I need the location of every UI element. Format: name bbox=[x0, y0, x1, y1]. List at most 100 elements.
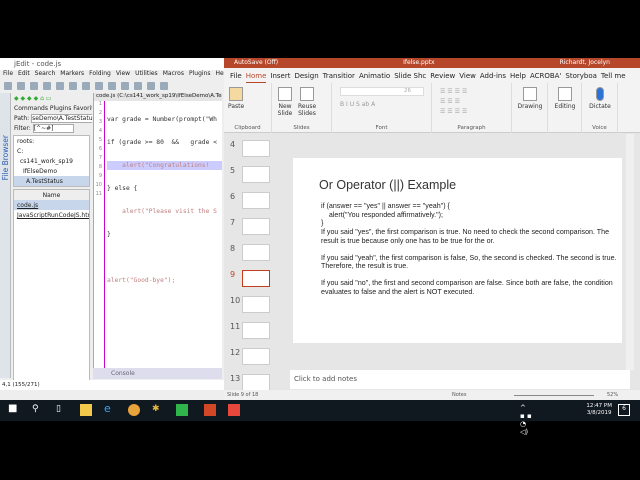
slide-thumbnail[interactable]: 10 bbox=[224, 296, 284, 322]
slides-group: New Slide Reuse Slides Slides bbox=[272, 83, 332, 133]
slide-thumbnail[interactable]: 5 bbox=[224, 166, 284, 192]
menu-utilities[interactable]: Utilities bbox=[135, 70, 158, 80]
open-icon[interactable] bbox=[17, 82, 25, 90]
reuse-slides-button[interactable]: Reuse Slides bbox=[298, 87, 316, 117]
new-slide-button[interactable]: New Slide bbox=[276, 87, 294, 117]
menu-search[interactable]: Search bbox=[35, 70, 56, 80]
slide-thumbnail[interactable]: 7 bbox=[224, 218, 284, 244]
path-select[interactable]: seDemo\A.TestStatus bbox=[31, 114, 92, 123]
tree-item[interactable]: IfElseDemo bbox=[14, 166, 89, 176]
window-title: jEdit - code.js bbox=[0, 58, 224, 70]
recorder-icon[interactable] bbox=[228, 404, 240, 416]
tab-help[interactable]: Help bbox=[510, 72, 526, 83]
editing-button[interactable]: Editing bbox=[551, 87, 579, 110]
jedit-icon[interactable]: ✱ bbox=[152, 404, 164, 416]
zoom-level[interactable]: 52% bbox=[607, 392, 618, 398]
text-editor[interactable]: code.js (C:\cs141_work_sp19\IfElseDemo\A… bbox=[93, 93, 222, 368]
tab-slide-show[interactable]: Slide Shc bbox=[394, 72, 426, 83]
code-line: } else { bbox=[107, 185, 138, 192]
file-item[interactable]: code.js bbox=[14, 200, 89, 210]
menu-edit[interactable]: Edit bbox=[18, 70, 30, 80]
menu-folding[interactable]: Folding bbox=[89, 70, 111, 80]
tell-me-search[interactable]: Tell me bbox=[601, 72, 626, 83]
file-explorer-icon[interactable] bbox=[80, 404, 92, 416]
paste-icon[interactable] bbox=[121, 82, 129, 90]
file-browser-side-tab[interactable]: File Browser bbox=[0, 93, 11, 378]
tab-review[interactable]: Review bbox=[430, 72, 455, 83]
notifications-icon[interactable]: 6 bbox=[618, 404, 630, 416]
tab-file[interactable]: File bbox=[230, 72, 242, 83]
tab-acrobat[interactable]: ACROBA' bbox=[530, 72, 561, 83]
browser-tabs[interactable]: Commands Plugins Favorites bbox=[11, 103, 92, 113]
menu-markers[interactable]: Markers bbox=[60, 70, 84, 80]
tab-add-ins[interactable]: Add-ins bbox=[480, 72, 506, 83]
tree-item[interactable]: cs141_work_sp19 bbox=[14, 156, 89, 166]
font-format-icons[interactable]: B I U S ab A bbox=[340, 101, 375, 108]
redo-icon[interactable] bbox=[82, 82, 90, 90]
dictate-button[interactable]: Dictate bbox=[586, 87, 614, 110]
slide-thumbnails[interactable]: 4 5 6 7 8 9 10 11 12 13 bbox=[224, 134, 290, 391]
slide-thumbnail[interactable]: 8 bbox=[224, 244, 284, 270]
new-slide-label: New Slide bbox=[277, 103, 293, 117]
slide-thumbnail-current[interactable]: 9 bbox=[224, 270, 284, 296]
tab-design[interactable]: Design bbox=[294, 72, 318, 83]
slide-thumbnail[interactable]: 4 bbox=[224, 140, 284, 166]
autosave-toggle[interactable]: AutoSave (Off) bbox=[234, 59, 278, 68]
drawing-label: Drawing bbox=[517, 103, 543, 110]
paste-button[interactable]: Paste bbox=[228, 87, 244, 110]
zoom-slider[interactable] bbox=[514, 395, 594, 396]
filter-input[interactable]: [^~#] bbox=[32, 124, 75, 133]
menu-plugins[interactable]: Plugins bbox=[189, 70, 211, 80]
slide-number: 12 bbox=[230, 348, 241, 357]
tree-item[interactable]: roots: bbox=[14, 136, 89, 146]
powerpoint-icon[interactable] bbox=[204, 404, 216, 416]
clock[interactable]: 12:47 PM 3/8/2019 bbox=[586, 403, 612, 417]
new-file-icon[interactable] bbox=[4, 82, 12, 90]
slide-body[interactable]: if (answer == "yes" || answer == "yeah")… bbox=[321, 202, 621, 296]
notes-button[interactable]: Notes bbox=[452, 392, 466, 398]
slide-title[interactable]: Or Operator (||) Example bbox=[319, 178, 456, 192]
tab-view[interactable]: View bbox=[459, 72, 476, 83]
camtasia-icon[interactable] bbox=[176, 404, 188, 416]
close-icon[interactable] bbox=[43, 82, 51, 90]
copy-icon[interactable] bbox=[108, 82, 116, 90]
edge-icon[interactable]: e bbox=[104, 402, 116, 415]
print-icon[interactable] bbox=[56, 82, 64, 90]
tab-animations[interactable]: Animatio bbox=[359, 72, 390, 83]
chrome-icon[interactable] bbox=[128, 404, 140, 416]
tab-transitions[interactable]: Transitior bbox=[323, 72, 355, 83]
settings-icon[interactable] bbox=[160, 82, 168, 90]
vertical-scrollbar[interactable] bbox=[626, 134, 634, 370]
task-view-icon[interactable]: ▯ bbox=[56, 404, 68, 416]
code-area[interactable]: var grade = Number(prompt("Wh if (grade … bbox=[107, 101, 222, 299]
menu-view[interactable]: View bbox=[116, 70, 130, 80]
save-icon[interactable] bbox=[30, 82, 38, 90]
menu-macros[interactable]: Macros bbox=[163, 70, 184, 80]
find-icon[interactable] bbox=[134, 82, 142, 90]
menu-file[interactable]: File bbox=[3, 70, 13, 80]
tab-home[interactable]: Home bbox=[245, 72, 267, 83]
slide-thumbnail[interactable]: 6 bbox=[224, 192, 284, 218]
search-icon[interactable]: ⚲ bbox=[32, 404, 44, 416]
undo-icon[interactable] bbox=[69, 82, 77, 90]
start-windows-icon[interactable]: ■ bbox=[8, 403, 20, 415]
slide-thumbnail[interactable]: 11 bbox=[224, 322, 284, 348]
tab-storyboard[interactable]: Storyboa bbox=[565, 72, 597, 83]
console-tab[interactable]: Console bbox=[93, 368, 222, 379]
file-item[interactable]: JavaScriptRunCodeJS.html bbox=[14, 210, 89, 220]
paragraph-icons[interactable]: ☰ ☰ ☰ ☰ ☰ ☰ ☰ ☰ ☰ ☰ ☰ bbox=[440, 87, 467, 117]
replace-icon[interactable] bbox=[147, 82, 155, 90]
system-tray-icons[interactable]: ^ ▪ ▪ ◔ ◁) bbox=[520, 404, 532, 436]
tree-item[interactable]: C: bbox=[14, 146, 89, 156]
browser-nav-icons[interactable]: ◆ ◆ ◆ ◆ ⌂ ▭ bbox=[11, 93, 92, 103]
name-column-header[interactable]: Name bbox=[14, 190, 89, 200]
tab-insert[interactable]: Insert bbox=[270, 72, 290, 83]
cut-icon[interactable] bbox=[95, 82, 103, 90]
slide-canvas[interactable]: Or Operator (||) Example if (answer == "… bbox=[293, 158, 622, 343]
slide-thumbnail[interactable]: 12 bbox=[224, 348, 284, 374]
notes-pane[interactable]: Click to add notes bbox=[290, 370, 630, 389]
font-size-select[interactable]: 26 bbox=[340, 87, 424, 96]
drawing-button[interactable]: Drawing bbox=[516, 87, 544, 110]
user-name[interactable]: Richardt, Jocelyn bbox=[560, 59, 610, 68]
tree-item[interactable]: A.TestStatus bbox=[14, 176, 89, 186]
